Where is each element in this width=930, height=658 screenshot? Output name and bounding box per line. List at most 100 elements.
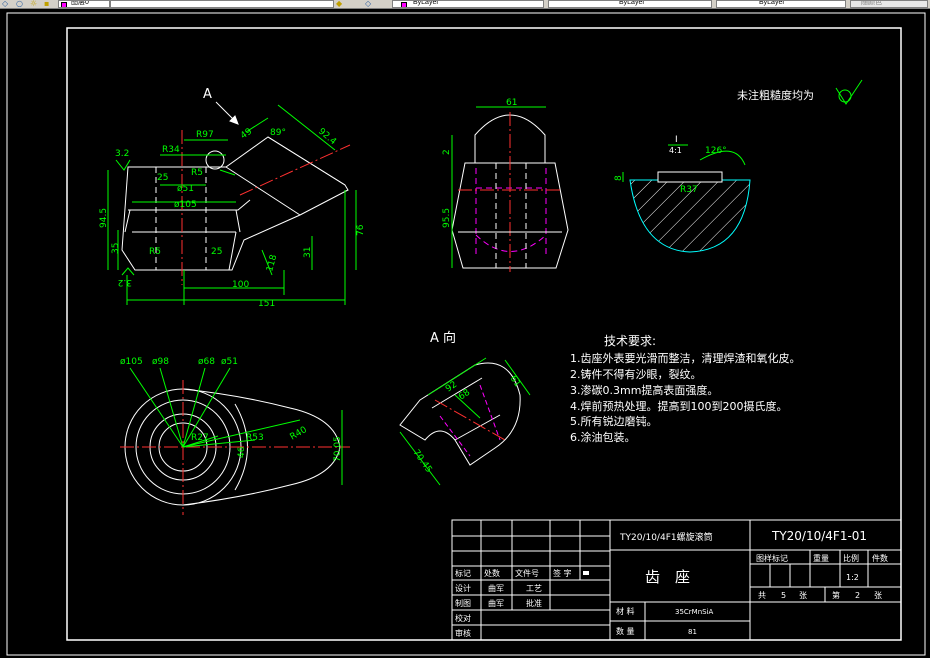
dim-d68: ø68 xyxy=(198,357,215,367)
dim-r5-top: R5 xyxy=(191,168,203,178)
plotstyle-dropdown[interactable]: 随颜色 xyxy=(850,0,928,8)
top-view-labels: ø105 ø98 ø68 ø51 R27 R53 R40 70.05 46 xyxy=(120,357,343,462)
label-total: 共 xyxy=(758,591,766,600)
dim-126deg: 126° xyxy=(705,146,727,156)
aux-view-labels: A 向 61 92 68 70.45 xyxy=(411,330,523,475)
label-pieces: 件数 xyxy=(872,553,888,563)
dim-d105-top: ø105 xyxy=(120,357,143,367)
layer-dropdown-field[interactable] xyxy=(110,0,334,8)
sheet-index: 2 xyxy=(855,591,860,600)
side-view xyxy=(451,106,569,272)
detail-view xyxy=(622,144,751,253)
lineweight-value: ByLayer xyxy=(759,0,785,6)
label-sign: 签 字 xyxy=(553,568,572,578)
label-check: 校对 xyxy=(455,613,471,623)
top-view xyxy=(120,367,350,515)
dim-35: 35 xyxy=(111,243,121,254)
dim-100: 100 xyxy=(232,280,249,290)
label-weight: 重量 xyxy=(813,553,829,563)
color-dropdown[interactable]: ByLayer xyxy=(392,0,544,8)
lock-icon[interactable]: ▪ xyxy=(44,0,56,8)
dim-76: 76 xyxy=(356,224,366,236)
project-name: TY20/10/4F1螺旋滚筒 xyxy=(619,531,713,543)
dim-r97: R97 xyxy=(196,130,214,140)
qty-value: 81 xyxy=(688,628,697,636)
scale-value: 1:2 xyxy=(846,573,859,582)
dim-d51-top: ø51 xyxy=(221,357,238,367)
dim-r40: R40 xyxy=(289,425,310,443)
view-a-label: A xyxy=(203,87,212,102)
dim-70-05: 70.05 xyxy=(333,436,343,462)
layer-states-icon[interactable]: ◇ xyxy=(2,0,14,8)
dim-r34: R34 xyxy=(162,145,180,155)
detail-label: I xyxy=(675,135,678,145)
label-design: 设计 xyxy=(455,583,471,593)
dim-r5-low: R5 xyxy=(149,247,161,257)
total-sheets: 5 xyxy=(781,591,786,600)
layer-dropdown[interactable]: 图层0 xyxy=(58,0,110,8)
roughness-top: 3.2 xyxy=(115,149,129,159)
tech-requirements: 技术要求: 1.齿座外表要光滑而整洁，清理焊渣和氧化皮。 2.铸件不得有沙眼，裂… xyxy=(570,334,801,444)
title-block-text: 标记 处数 文件号 签 字 设计 曲军 工艺 制图 曲军 批准 校对 审核 TY… xyxy=(455,529,888,638)
plotstyle-value: 随颜色 xyxy=(861,0,882,6)
dim-151: 151 xyxy=(258,299,275,309)
drawing-canvas[interactable]: A R97 R34 R5 ø51 ø105 25 25 R5 94.5 35 4… xyxy=(0,8,930,658)
label-review: 审核 xyxy=(455,628,471,638)
tech-item-3: 3.渗碳0.3mm提高表面强度。 xyxy=(570,383,718,397)
label-sheet-no: 第 xyxy=(832,590,840,600)
tech-item-6: 6.涂油包装。 xyxy=(570,430,636,444)
lineweight-dropdown[interactable]: ByLayer xyxy=(716,0,846,8)
label-doc-no: 文件号 xyxy=(515,568,539,578)
label-stage-mark: 图样标记 xyxy=(756,553,788,563)
tech-title: 技术要求: xyxy=(604,334,656,348)
layer-name: 图层0 xyxy=(71,0,89,6)
label-draw: 制图 xyxy=(455,598,471,608)
dim-89deg: 89° xyxy=(270,128,286,138)
dim-61: 61 xyxy=(506,98,517,108)
label-process: 工艺 xyxy=(526,584,542,593)
draw-name: 曲军 xyxy=(488,598,504,608)
dim-d98: ø98 xyxy=(152,357,169,367)
label-zone: 处数 xyxy=(484,568,500,578)
dim-d51: ø51 xyxy=(177,184,194,194)
roughness-note-text: 未注粗糙度均为 xyxy=(737,88,814,102)
detail-scale: 4:1 xyxy=(669,146,682,155)
linetype-dropdown[interactable]: ByLayer xyxy=(548,0,712,8)
aux-view-label: A 向 xyxy=(430,330,456,346)
layer-previous-icon[interactable]: ◇ xyxy=(365,0,377,8)
dim-25-top: 25 xyxy=(157,173,168,183)
dim-2: 2 xyxy=(442,149,452,155)
tech-item-1: 1.齿座外表要光滑而整洁，清理焊渣和氧化皮。 xyxy=(570,351,801,365)
dim-31: 31 xyxy=(303,247,313,258)
layer-on-icon[interactable]: ○ xyxy=(16,0,28,8)
label-sheets: 张 xyxy=(799,591,807,600)
dim-118: 118 xyxy=(265,253,279,272)
dim-68-aux: 68 xyxy=(457,388,472,403)
drawing-svg: A R97 R34 R5 ø51 ø105 25 25 R5 94.5 35 4… xyxy=(6,12,926,656)
tech-item-4: 4.焊前预热处理。提高到100到200摄氏度。 xyxy=(570,399,788,413)
dim-70-45: 70.45 xyxy=(411,448,434,475)
dim-95-5: 95.5 xyxy=(442,208,452,228)
label-material: 材 料 xyxy=(616,606,635,616)
label-sheet-unit: 张 xyxy=(874,591,882,600)
color-value: ByLayer xyxy=(413,0,439,6)
dim-46: 46 xyxy=(237,446,247,458)
dim-94-5: 94.5 xyxy=(99,208,109,228)
design-name: 曲军 xyxy=(488,583,504,593)
linetype-value: ByLayer xyxy=(619,0,645,6)
dim-r37: R37 xyxy=(680,185,698,195)
sun-icon[interactable]: ☼ xyxy=(30,0,42,8)
roughness-bottom: 3.2 xyxy=(118,277,132,287)
make-current-icon[interactable]: ◆ xyxy=(336,0,348,8)
dim-d105: ø105 xyxy=(174,200,197,210)
tech-item-5: 5.所有锐边磨钝。 xyxy=(570,414,658,428)
drawing-number: TY20/10/4F1-01 xyxy=(771,529,867,543)
dim-r27: R27 xyxy=(191,433,209,443)
part-name: 齿 座 xyxy=(645,568,690,586)
sign-marker xyxy=(583,571,589,575)
label-qty: 数 量 xyxy=(616,626,635,636)
dim-25-low: 25 xyxy=(211,247,222,257)
dim-92: 92 xyxy=(444,380,459,395)
label-approve: 批准 xyxy=(526,598,542,608)
dim-r53: R53 xyxy=(246,433,264,443)
